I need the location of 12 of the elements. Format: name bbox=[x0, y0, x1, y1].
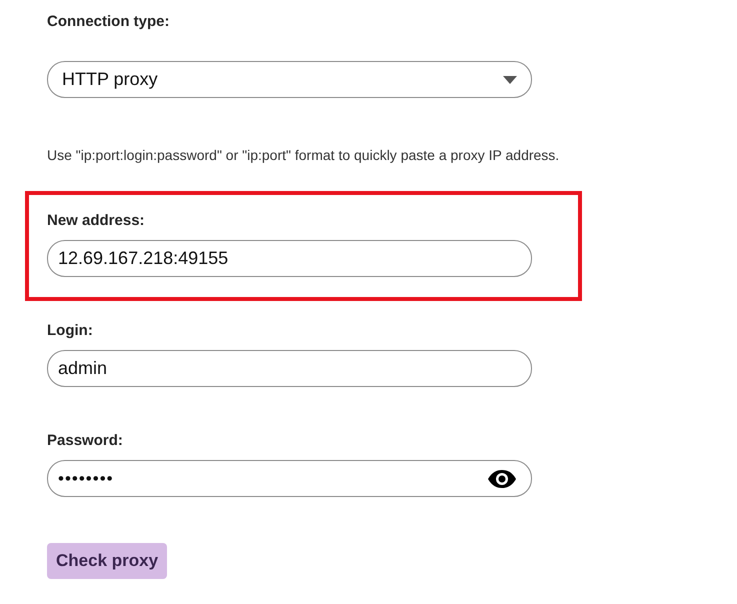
input-field[interactable]: admin bbox=[47, 350, 532, 387]
input-field[interactable]: 12.69.167.218:49155 bbox=[47, 240, 532, 277]
password-field[interactable]: •••••••• bbox=[47, 460, 532, 497]
hint-text: Use "ip:port:login:password" or "ip:port" format to quickly paste a proxy IP address. bbox=[47, 147, 560, 163]
field-label: New address: bbox=[47, 213, 146, 229]
check-proxy-button[interactable]: Check proxy bbox=[47, 543, 168, 579]
connection-type-dropdown[interactable]: HTTP proxy bbox=[47, 61, 532, 98]
dropdown-caret-icon bbox=[503, 76, 517, 84]
field-label: Login: bbox=[47, 323, 94, 339]
field-label: Password: bbox=[47, 433, 124, 449]
field-label: Connection type: bbox=[47, 14, 170, 30]
eye-icon[interactable] bbox=[487, 468, 517, 488]
